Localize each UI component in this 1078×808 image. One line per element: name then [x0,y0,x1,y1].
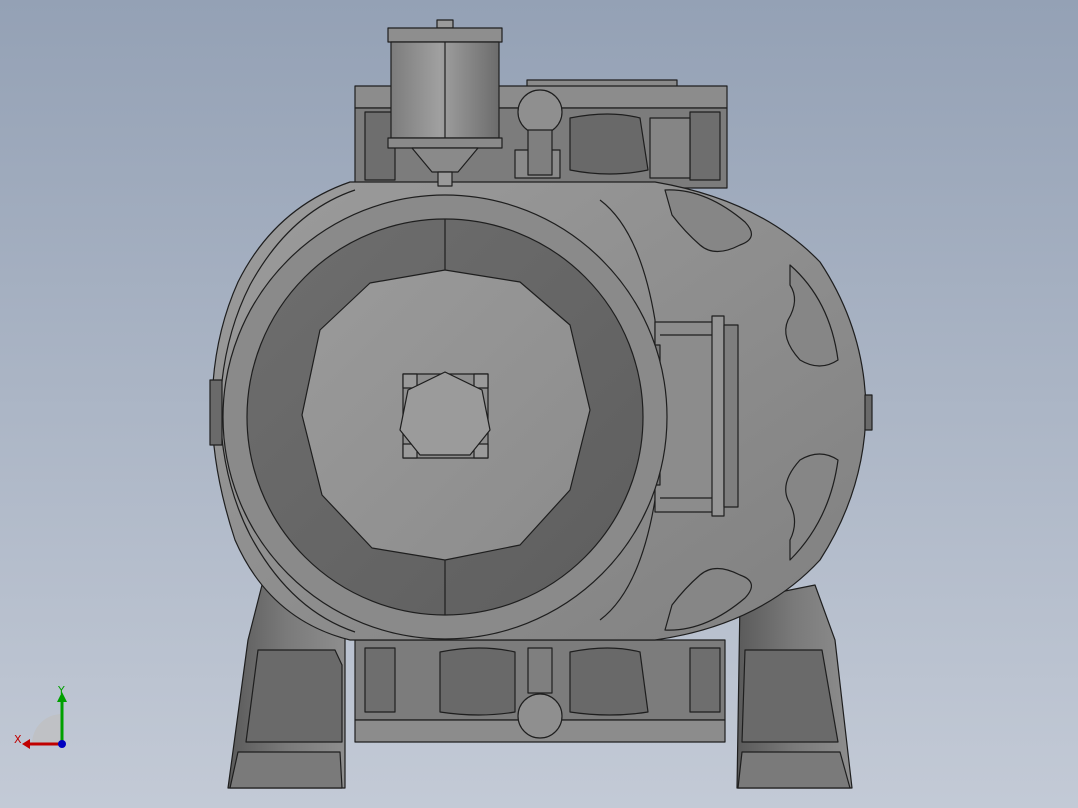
right-foot [736,584,853,789]
coordinate-triad: Y X [14,686,67,749]
triad-z-axis [58,740,66,748]
pump-model-front-view[interactable] [0,0,1078,808]
center-hex-nut [399,371,491,459]
triad-x-arrow [22,739,30,749]
graphics-viewport[interactable]: Y X [0,0,1078,808]
triad-y-label: Y [57,686,65,697]
triad-plane [32,714,62,744]
triad-x-label: X [14,733,22,746]
